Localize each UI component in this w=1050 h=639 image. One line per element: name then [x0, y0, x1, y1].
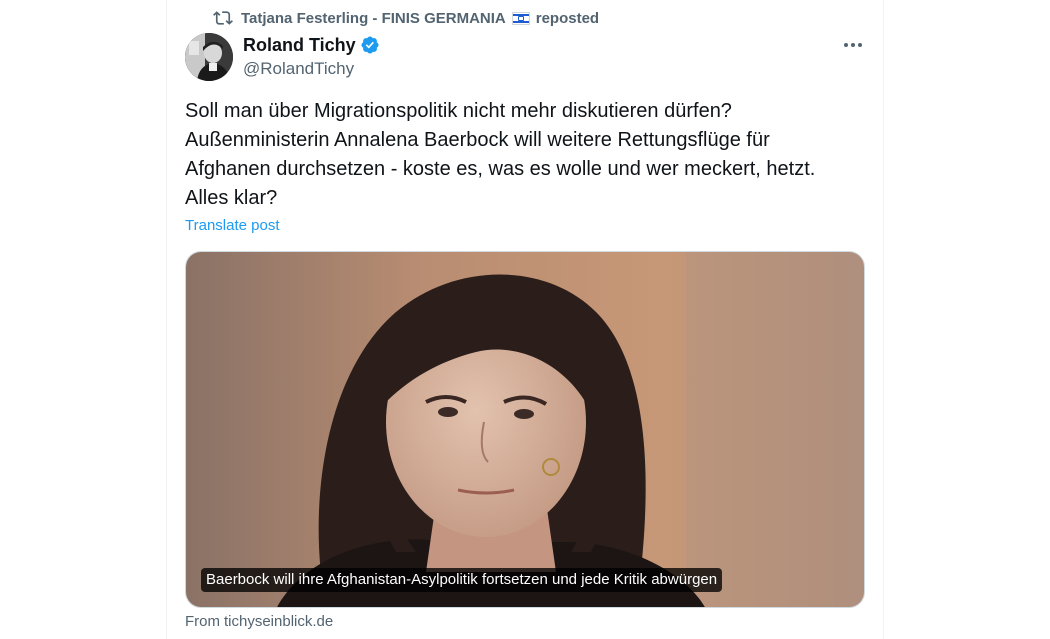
repost-user-name[interactable]: Tatjana Festerling - FINIS GERMANIA: [241, 10, 506, 27]
link-card[interactable]: Baerbock will ihre Afghanistan-Asylpolit…: [185, 251, 865, 608]
repost-icon: [213, 8, 233, 28]
card-caption: Baerbock will ihre Afghanistan-Asylpolit…: [201, 568, 723, 592]
post-text: Soll man über Migrationspolitik nicht me…: [185, 97, 875, 213]
author-block: Roland Tichy @RolandTichy: [243, 33, 380, 79]
author-name[interactable]: Roland Tichy: [243, 35, 356, 56]
repost-suffix: reposted: [535, 9, 600, 27]
card-source-prefix: From: [185, 613, 220, 630]
post-text-line: Alles klar?: [185, 187, 278, 209]
post-text-line: Außenministerin Annalena Baerbock will w…: [185, 129, 770, 151]
more-dots-icon: [843, 35, 863, 53]
card-source-domain[interactable]: tichyseinblick.de: [224, 613, 333, 630]
author-handle[interactable]: @RolandTichy: [243, 59, 380, 79]
verified-badge-icon[interactable]: [360, 35, 380, 55]
israel-flag-emoji: [511, 11, 530, 25]
repost-indicator[interactable]: Tatjana Festerling - FINIS GERMANIA repo…: [213, 8, 599, 28]
avatar[interactable]: [185, 33, 233, 81]
card-source[interactable]: From tichyseinblick.de: [185, 613, 333, 630]
post-text-line: Soll man über Migrationspolitik nicht me…: [185, 100, 732, 122]
translate-post-link[interactable]: Translate post: [185, 217, 280, 234]
more-options-button[interactable]: [838, 32, 868, 56]
card-image: [186, 252, 864, 607]
post-text-line: Afghanen durchsetzen - koste es, was es …: [185, 158, 816, 180]
